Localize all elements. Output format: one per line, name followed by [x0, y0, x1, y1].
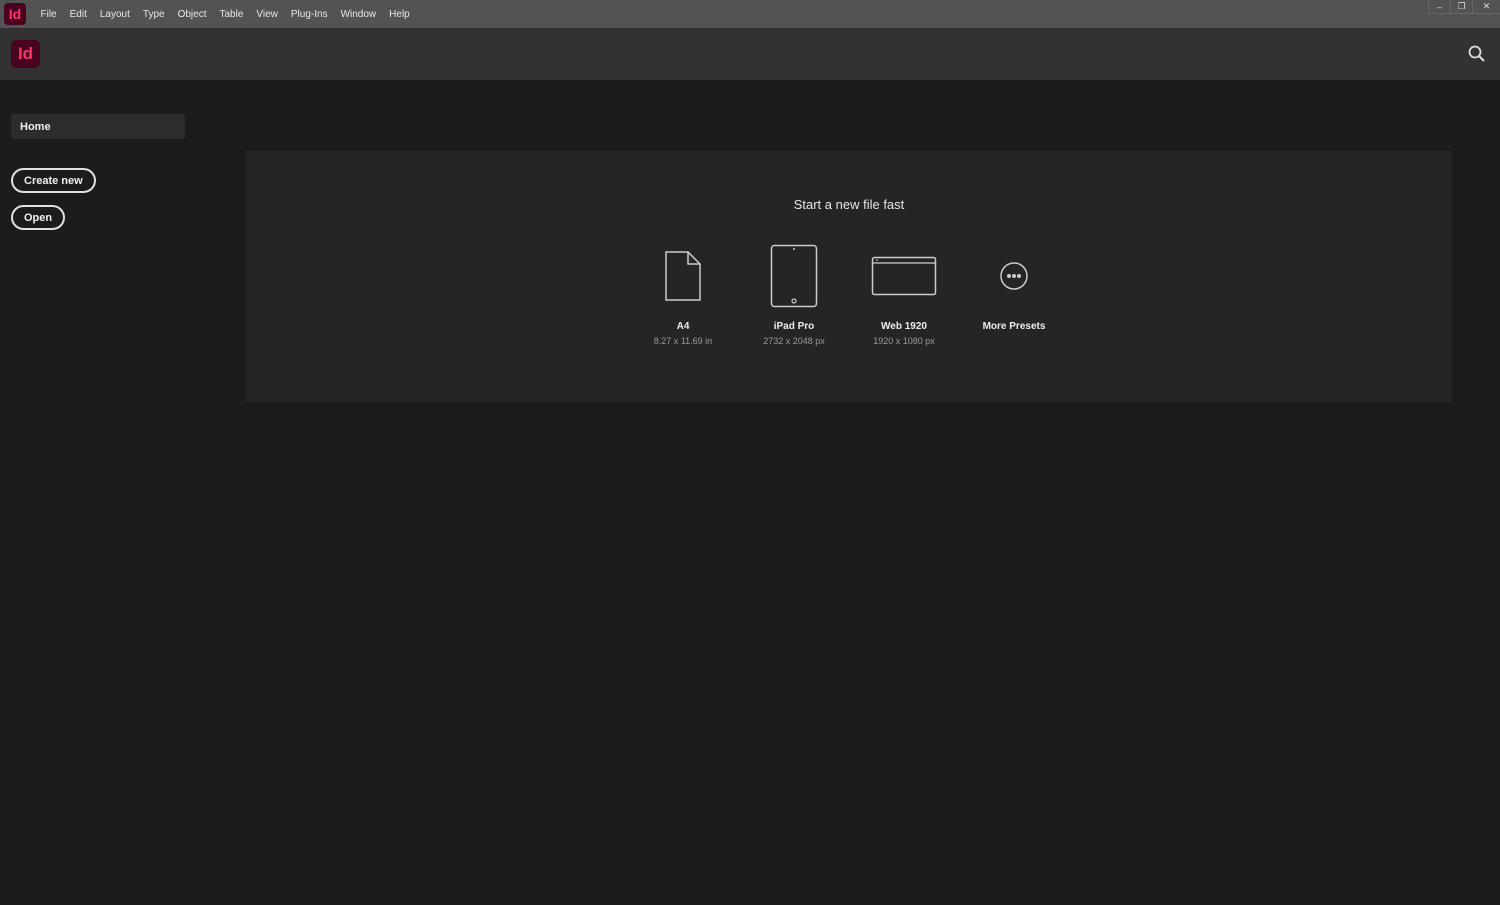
panel-title: Start a new file fast: [793, 197, 905, 212]
open-button[interactable]: Open: [11, 205, 66, 230]
preset-a4[interactable]: A4 8.27 x 11.69 in: [628, 243, 738, 346]
app-logo-large: Id: [11, 40, 40, 68]
menu-file[interactable]: File: [34, 9, 63, 20]
window-controls: – ❐ ✕: [1428, 0, 1500, 14]
menu-layout[interactable]: Layout: [93, 9, 136, 20]
tablet-icon: [739, 243, 849, 309]
more-icon: [959, 243, 1069, 309]
preset-dims: 8.27 x 11.69 in: [653, 336, 713, 346]
preset-name: iPad Pro: [773, 321, 815, 332]
menu-type[interactable]: Type: [136, 9, 171, 20]
minimize-button[interactable]: –: [1428, 0, 1450, 14]
menu: File Edit Layout Type Object Table View …: [34, 9, 416, 20]
document-icon: [628, 243, 738, 309]
preset-ipad-pro[interactable]: iPad Pro 2732 x 2048 px: [739, 243, 849, 346]
close-button[interactable]: ✕: [1472, 0, 1500, 14]
app-logo: Id: [4, 3, 26, 25]
preset-web-1920[interactable]: Web 1920 1920 x 1080 px: [849, 243, 959, 346]
menu-edit[interactable]: Edit: [63, 9, 93, 20]
preset-dims: 2732 x 2048 px: [763, 336, 825, 346]
create-new-button[interactable]: Create new: [11, 168, 96, 193]
browser-icon: [849, 243, 959, 309]
restore-button[interactable]: ❐: [1450, 0, 1472, 14]
sidebar-item-home[interactable]: Home: [11, 114, 185, 139]
preset-name: More Presets: [982, 321, 1046, 332]
search-icon[interactable]: [1468, 45, 1486, 68]
preset-name: Web 1920: [881, 321, 927, 332]
preset-dims: 1920 x 1080 px: [873, 336, 935, 346]
menu-table[interactable]: Table: [213, 9, 250, 20]
menu-object[interactable]: Object: [171, 9, 213, 20]
menu-help[interactable]: Help: [383, 9, 417, 20]
menu-view[interactable]: View: [250, 9, 285, 20]
menu-window[interactable]: Window: [334, 9, 383, 20]
menu-bar: Id File Edit Layout Type Object Table Vi…: [0, 0, 1500, 28]
quick-start-panel: Start a new file fast A4 8.27 x 11.69 in…: [246, 151, 1452, 402]
home-header: Id: [0, 28, 1500, 80]
menu-plugins[interactable]: Plug-Ins: [284, 9, 334, 20]
preset-name: A4: [676, 321, 690, 332]
preset-more[interactable]: More Presets: [959, 243, 1069, 332]
